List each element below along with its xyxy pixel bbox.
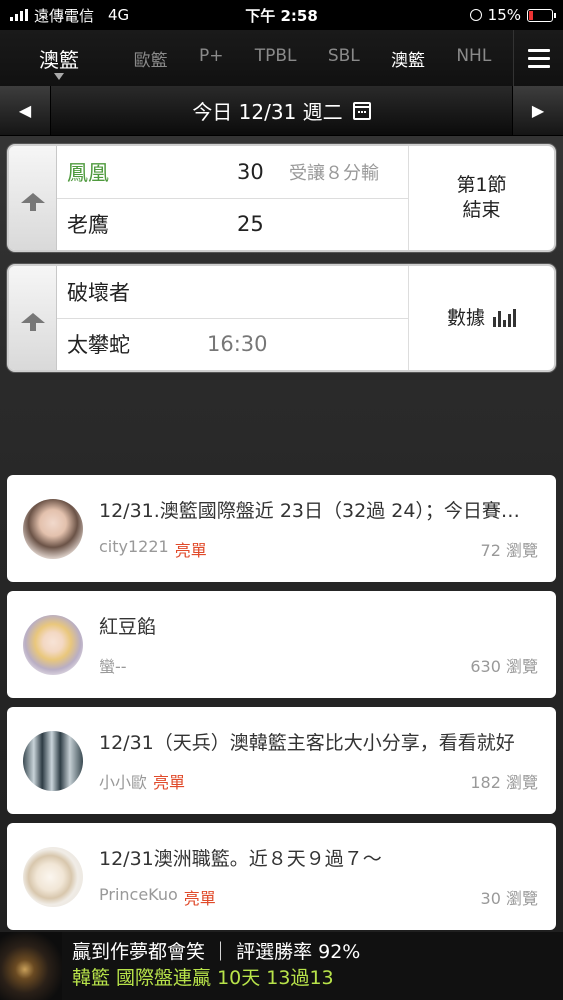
post-views: 72 瀏覽 [480, 541, 538, 560]
date-selector[interactable]: 今日 12/31 週二 [50, 86, 513, 135]
post-views: 630 瀏覽 [470, 657, 538, 676]
team-row-away: 太攀蛇 16:30 [57, 317, 408, 371]
league-bar: 澳籃 歐籃 P+ TPBL SBL 澳籃 NHL [0, 30, 563, 86]
pin-button[interactable] [9, 146, 57, 250]
avatar [23, 846, 83, 907]
avatar [23, 614, 83, 675]
league-selector[interactable]: 澳籃 [0, 30, 118, 86]
tab-p-plus[interactable]: P+ [193, 46, 230, 71]
avatar [23, 730, 83, 791]
game-card[interactable]: 鳳凰 30 受讓８分輸 老鷹 25 第1節 結束 [7, 144, 556, 252]
handicap-note: 受讓８分輸 [289, 162, 379, 184]
team-name: 破壞者 [67, 280, 130, 305]
team-name: 太攀蛇 [67, 333, 130, 358]
game-status: 第1節 結束 [408, 146, 554, 250]
battery-icon [527, 8, 556, 22]
next-date-button[interactable]: ▶ [513, 86, 563, 135]
bar-chart-icon [493, 309, 516, 327]
post-tag: 亮單 [153, 773, 186, 792]
network-label: 4G [108, 6, 130, 24]
team-row-away: 老鷹 25 [57, 197, 408, 251]
post-views: 30 瀏覽 [480, 889, 538, 908]
post-title: 12/31澳洲職籃。近８天９過７～ [99, 848, 382, 870]
clock: 下午 2:58 [245, 6, 318, 25]
carrier-label: 遠傳電信 [34, 6, 95, 25]
post-title: 12/31.澳籃國際盤近 23日（32過 24）；今日賽事分享 [99, 500, 538, 522]
hamburger-icon [527, 48, 550, 52]
avatar [23, 498, 83, 559]
post-author: city1221 [99, 537, 169, 556]
caret-down-icon [54, 73, 64, 80]
post-tag: 亮單 [174, 541, 207, 560]
pin-top-icon [20, 193, 45, 211]
team-row-home: 破壞者 [57, 266, 408, 318]
post-author: 蠻-- [99, 657, 127, 676]
pin-button[interactable] [9, 266, 57, 370]
stats-label: 數據 [446, 306, 485, 329]
tab-australia-basketball[interactable]: 澳籃 [385, 46, 431, 71]
post-card[interactable]: 12/31（天兵）澳韓籃主客比大小分享，看看就好 小小歐 亮單 182 瀏覽 [7, 707, 556, 814]
date-bar: ◀ 今日 12/31 週二 ▶ [0, 86, 563, 136]
team-score: 30 [237, 159, 264, 184]
post-author: 小小歐 [99, 773, 148, 792]
status-bar: 遠傳電信 4G 下午 2:58 15% [0, 0, 563, 30]
post-author: PrinceKuo [99, 885, 178, 904]
game-time: 16:30 [207, 332, 268, 357]
signal-icon [10, 9, 28, 21]
league-selector-label: 澳籃 [39, 47, 79, 72]
team-score: 25 [237, 212, 264, 237]
menu-button[interactable] [513, 30, 563, 86]
tab-euro-basketball[interactable]: 歐籃 [128, 46, 174, 71]
arrow-right-icon: ▶ [531, 101, 545, 120]
post-title: 紅豆餡 [99, 616, 157, 638]
battery-percent: 15% [487, 6, 521, 24]
stats-button[interactable]: 數據 [408, 266, 554, 370]
banner-image [0, 932, 62, 1000]
post-title: 12/31（天兵）澳韓籃主客比大小分享，看看就好 [99, 732, 515, 754]
team-name: 老鷹 [67, 213, 109, 238]
post-card[interactable]: 12/31.澳籃國際盤近 23日（32過 24）；今日賽事分享 city1221… [7, 475, 556, 582]
post-views: 182 瀏覽 [470, 773, 538, 792]
promo-banner[interactable]: 贏到作夢都會笑 ｜ 評選勝率 92% 韓籃 國際盤連贏 10天 13過13 [0, 932, 563, 1000]
post-card[interactable]: 紅豆餡 蠻-- 630 瀏覽 [7, 591, 556, 698]
banner-line-1: 贏到作夢都會笑 ｜ 評選勝率 92% [72, 941, 361, 964]
alarm-icon [469, 9, 482, 21]
pin-top-icon [20, 313, 45, 331]
calendar-icon [352, 101, 371, 120]
team-name: 鳳凰 [67, 160, 109, 185]
tab-tpbl[interactable]: TPBL [249, 46, 303, 71]
league-tabs: 歐籃 P+ TPBL SBL 澳籃 NHL [118, 46, 513, 71]
prev-date-button[interactable]: ◀ [0, 86, 50, 135]
arrow-left-icon: ◀ [18, 101, 32, 120]
tab-nhl[interactable]: NHL [450, 46, 497, 71]
post-tag: 亮單 [183, 889, 216, 908]
tab-sbl[interactable]: SBL [322, 46, 366, 71]
game-card[interactable]: 破壞者 太攀蛇 16:30 數據 [7, 264, 556, 372]
team-row-home: 鳳凰 30 受讓８分輸 [57, 146, 408, 198]
date-label: 今日 12/31 週二 [192, 100, 343, 124]
game-status-label: 第1節 結束 [456, 174, 507, 221]
post-card[interactable]: 12/31澳洲職籃。近８天９過７～ PrinceKuo 亮單 30 瀏覽 [7, 823, 556, 930]
banner-line-2: 韓籃 國際盤連贏 10天 13過13 [72, 967, 334, 989]
